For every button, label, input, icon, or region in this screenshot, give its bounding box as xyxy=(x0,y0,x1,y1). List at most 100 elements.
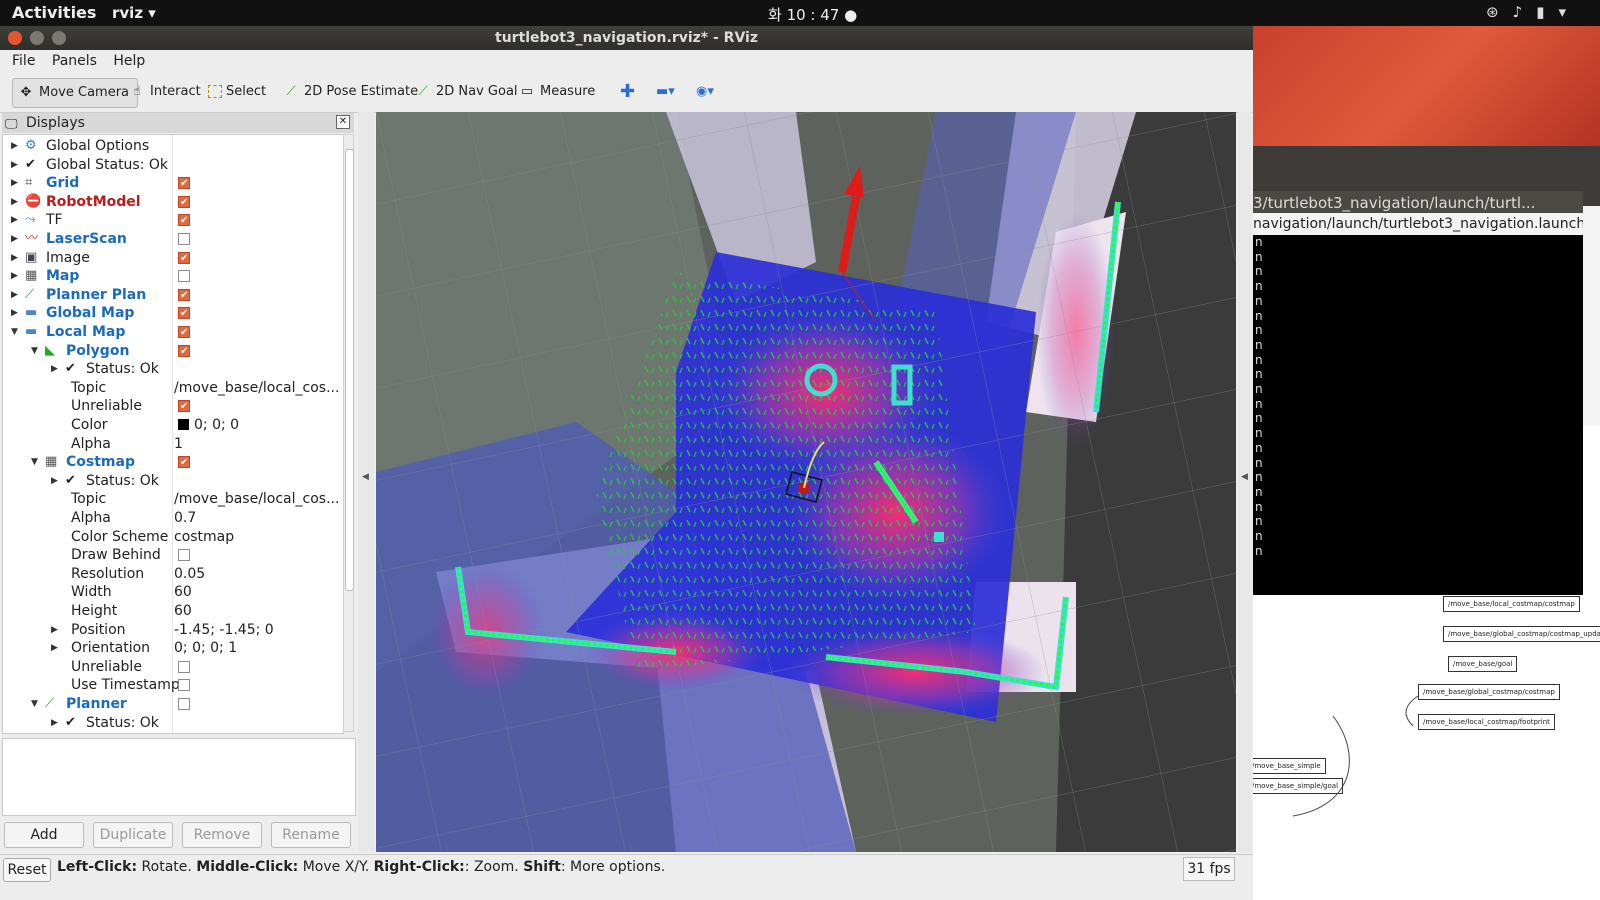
rename-button[interactable]: Rename xyxy=(271,822,351,848)
nav-goal-tool[interactable]: ⟋ 2D Nav Goal xyxy=(414,78,517,106)
display-tree-row[interactable]: ▼ ◣ Polygon xyxy=(3,342,343,361)
app-menu[interactable]: rviz ▾ xyxy=(112,4,156,22)
activities-button[interactable]: Activities xyxy=(12,3,96,22)
enabled-checkbox[interactable] xyxy=(178,660,190,673)
display-tree-row[interactable]: Alpha 1 xyxy=(3,435,343,454)
display-tree-row[interactable]: ▶ ⚙ Global Options xyxy=(3,137,343,156)
expand-arrow-icon[interactable]: ▶ xyxy=(51,621,58,639)
display-tree-row[interactable]: ▶ ✔ Status: Ok xyxy=(3,360,343,379)
display-tree-row[interactable]: ▶ ✔ Global Status: Ok xyxy=(3,156,343,175)
property-value[interactable]: /move_base/local_cos... xyxy=(174,490,339,508)
pose-estimate-tool[interactable]: ⟋ 2D Pose Estimate xyxy=(282,78,418,106)
color-swatch[interactable] xyxy=(178,419,189,430)
display-tree-row[interactable]: ▶ ▣ Image xyxy=(3,249,343,268)
system-tray[interactable]: ⊛♪▮▾ xyxy=(1486,3,1580,21)
display-tree-row[interactable]: Draw Behind xyxy=(3,546,343,565)
property-value[interactable]: /move_base/local_cos... xyxy=(174,379,339,397)
property-value[interactable]: 0; 0; 0 xyxy=(194,417,239,433)
display-tree-row[interactable]: Unreliable xyxy=(3,397,343,416)
scene-canvas[interactable] xyxy=(376,112,1236,852)
enabled-checkbox[interactable] xyxy=(178,212,190,230)
maximize-icon[interactable] xyxy=(52,31,66,45)
expand-arrow-icon[interactable]: ▶ xyxy=(11,137,18,155)
enabled-checkbox[interactable] xyxy=(178,250,190,268)
expand-arrow-icon[interactable]: ▶ xyxy=(11,230,18,248)
display-tree-row[interactable]: Unreliable xyxy=(3,658,343,677)
enabled-checkbox[interactable] xyxy=(178,233,190,245)
enabled-checkbox[interactable] xyxy=(178,698,190,710)
panel-close-icon[interactable]: ✕ xyxy=(336,115,350,129)
move-camera-tool[interactable]: ✥ Move Camera xyxy=(12,78,139,108)
enabled-checkbox[interactable] xyxy=(178,343,190,361)
clock[interactable]: 화 10 : 47 ● xyxy=(768,4,857,25)
display-tree-row[interactable]: ▼ ⟋ Planner xyxy=(3,695,343,714)
display-tree-row[interactable]: Resolution 0.05 xyxy=(3,565,343,584)
display-tree-row[interactable]: ▶ ⤳ TF xyxy=(3,211,343,230)
display-tree-row[interactable]: Height 60 xyxy=(3,602,343,621)
collapse-arrow-icon[interactable]: ▼ xyxy=(31,342,38,360)
displays-scrollbar[interactable] xyxy=(343,134,354,732)
property-value[interactable]: 1 xyxy=(174,435,183,453)
enabled-checkbox[interactable] xyxy=(178,324,190,342)
power-icon[interactable]: ▾ xyxy=(1558,3,1580,21)
enabled-checkbox[interactable] xyxy=(178,270,190,283)
volume-icon[interactable]: ♪ xyxy=(1513,3,1537,21)
reset-button[interactable]: Reset xyxy=(3,858,51,882)
enabled-checkbox[interactable] xyxy=(178,679,190,692)
display-tree-row[interactable]: Color Scheme costmap xyxy=(3,528,343,547)
expand-arrow-icon[interactable]: ▶ xyxy=(51,360,58,378)
battery-icon[interactable]: ▮ xyxy=(1536,3,1558,21)
property-value-cell[interactable]: 0; 0; 0 xyxy=(174,416,239,434)
menu-panels[interactable]: Panels xyxy=(52,53,97,69)
display-tree-row[interactable]: Topic/move_base/local_cos... xyxy=(3,379,343,398)
expand-arrow-icon[interactable]: ▶ xyxy=(11,174,18,192)
property-value[interactable]: 0.05 xyxy=(174,565,205,583)
display-tree-row[interactable]: ▶ Position -1.45; -1.45; 0 xyxy=(3,621,343,640)
expand-arrow-icon[interactable]: ▶ xyxy=(11,211,18,229)
display-tree-row[interactable]: ▶ ▦ Map xyxy=(3,267,343,286)
scrollbar-thumb[interactable] xyxy=(345,149,354,591)
display-tree-row[interactable]: ▶ Orientation 0; 0; 0; 1 xyxy=(3,639,343,658)
terminal-output[interactable]: nnnnnnnnnnnnnnnnnnnnnn xyxy=(1253,235,1583,595)
collapse-left-icon[interactable]: ◀ xyxy=(362,472,369,482)
display-tree-row[interactable]: ▶ 〰 LaserScan xyxy=(3,230,343,249)
measure-tool[interactable]: ▭ Measure xyxy=(518,78,595,106)
expand-arrow-icon[interactable]: ▶ xyxy=(11,156,18,174)
property-value[interactable]: costmap xyxy=(174,528,234,546)
expand-arrow-icon[interactable]: ▶ xyxy=(51,639,58,657)
left-splitter[interactable]: ◀ xyxy=(358,112,374,852)
duplicate-button[interactable]: Duplicate xyxy=(93,822,173,848)
minimize-icon[interactable] xyxy=(30,31,44,45)
view-tool-icon[interactable]: ◉▾ xyxy=(696,78,714,106)
close-icon[interactable] xyxy=(8,31,22,45)
display-tree-row[interactable]: ▼ ▬ Local Map xyxy=(3,323,343,342)
property-value[interactable]: 0.7 xyxy=(174,509,196,527)
window-titlebar[interactable]: turtlebot3_navigation.rviz* - RViz xyxy=(0,26,1253,50)
collapse-arrow-icon[interactable]: ▼ xyxy=(11,323,18,341)
display-tree-row[interactable]: ▶ ⌗ Grid xyxy=(3,174,343,193)
property-value[interactable]: -1.45; -1.45; 0 xyxy=(174,621,274,639)
display-tree-row[interactable]: Color 0; 0; 0 xyxy=(3,416,343,435)
display-tree-row[interactable]: Use Timestamp xyxy=(3,676,343,695)
add-tool-icon[interactable]: ✚ xyxy=(620,78,635,106)
display-tree-row[interactable]: ▶ ✔ Status: Ok xyxy=(3,472,343,491)
wifi-icon[interactable]: ⊛ xyxy=(1486,3,1513,21)
display-tree-row[interactable]: ▶ ⟋ Planner Plan xyxy=(3,286,343,305)
display-tree-row[interactable]: ▶ ✔ Status: Ok xyxy=(3,714,343,733)
expand-arrow-icon[interactable]: ▶ xyxy=(51,714,58,732)
expand-arrow-icon[interactable]: ▶ xyxy=(11,193,18,211)
add-button[interactable]: Add xyxy=(4,822,84,848)
property-value[interactable]: 0; 0; 0; 1 xyxy=(174,639,237,657)
property-value[interactable]: 60 xyxy=(174,602,192,620)
expand-arrow-icon[interactable]: ▶ xyxy=(11,304,18,322)
collapse-arrow-icon[interactable]: ▼ xyxy=(31,695,38,713)
remove-tool-icon[interactable]: ▬▾ xyxy=(656,78,675,106)
enabled-checkbox[interactable] xyxy=(178,454,190,472)
enabled-checkbox[interactable] xyxy=(178,398,190,416)
expand-arrow-icon[interactable]: ▶ xyxy=(51,472,58,490)
expand-arrow-icon[interactable]: ▶ xyxy=(11,286,18,304)
display-tree-row[interactable]: Width 60 xyxy=(3,583,343,602)
expand-arrow-icon[interactable]: ▶ xyxy=(11,249,18,267)
enabled-checkbox[interactable] xyxy=(178,305,190,323)
property-value[interactable]: 60 xyxy=(174,583,192,601)
